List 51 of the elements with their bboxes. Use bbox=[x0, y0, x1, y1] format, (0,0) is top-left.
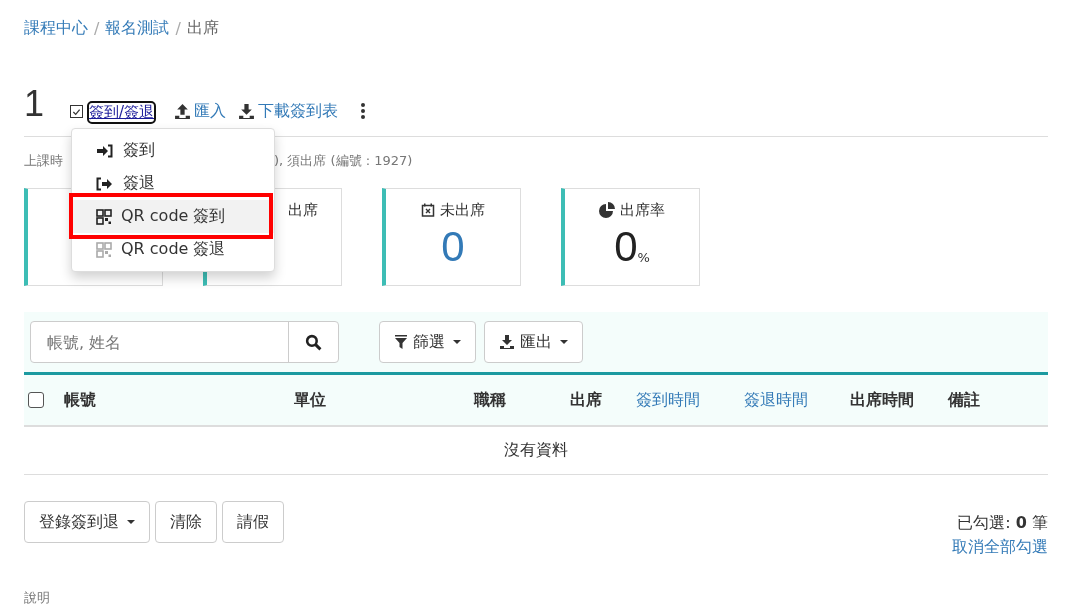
pie-chart-icon bbox=[599, 202, 615, 218]
column-header: 單位 bbox=[294, 389, 327, 411]
action-button[interactable]: 清除 bbox=[155, 501, 217, 543]
download-link[interactable]: 下載簽到表 bbox=[238, 101, 339, 122]
menu-item[interactable]: 簽到 bbox=[72, 134, 274, 167]
breadcrumb-item[interactable]: 報名測試 bbox=[105, 17, 170, 39]
page-title: 1 bbox=[24, 84, 45, 124]
filter-button[interactable]: 篩選 bbox=[379, 321, 476, 363]
selection-count: 已勾選: 0 筆 bbox=[957, 512, 1048, 534]
upload-icon bbox=[174, 103, 192, 120]
menu-item[interactable]: QR code 簽到 bbox=[72, 200, 274, 233]
filter-icon bbox=[394, 334, 408, 350]
breadcrumb-item[interactable]: 課程中心 bbox=[24, 17, 88, 39]
sign-in-icon bbox=[96, 143, 114, 158]
stat-label: 出席 bbox=[287, 200, 318, 220]
column-header: 職稱 bbox=[474, 389, 507, 411]
stat-unit: % bbox=[637, 250, 650, 265]
select-all-checkbox[interactable] bbox=[28, 392, 44, 408]
column-header: 帳號 bbox=[64, 389, 97, 411]
breadcrumb-separator: / bbox=[175, 18, 181, 38]
menu-item[interactable]: QR code 簽退 bbox=[72, 233, 274, 266]
import-link[interactable]: 匯入 bbox=[174, 101, 227, 122]
empty-message: 沒有資料 bbox=[504, 440, 568, 461]
column-header: 出席 bbox=[570, 389, 603, 411]
search-field[interactable]: 帳號, 姓名 bbox=[31, 322, 288, 362]
signin-dropdown-link[interactable]: 簽到/簽退 bbox=[89, 103, 155, 122]
stat-label: 未出席 bbox=[440, 200, 485, 220]
register-dropdown-button[interactable]: 登錄簽到退 bbox=[24, 501, 150, 543]
export-button[interactable]: 匯出 bbox=[484, 321, 583, 363]
download-icon bbox=[499, 334, 515, 350]
stat-label: 出席率 bbox=[620, 200, 665, 220]
action-button[interactable]: 請假 bbox=[222, 501, 284, 543]
search-icon bbox=[305, 333, 322, 351]
sign-out-icon bbox=[96, 176, 114, 191]
menu-item[interactable]: 簽退 bbox=[72, 167, 274, 200]
stat-value: 0 bbox=[441, 222, 465, 272]
column-header[interactable]: 簽到時間 bbox=[636, 389, 744, 411]
search-box[interactable]: 帳號, 姓名 bbox=[30, 321, 339, 363]
schedule-text: ), 須出席 (編號 : 1927) bbox=[274, 152, 414, 170]
column-header: 出席時間 bbox=[850, 389, 915, 411]
column-header: 備註 bbox=[948, 389, 981, 411]
notes-label: 說明 bbox=[24, 589, 51, 607]
breadcrumb-item: 出席 bbox=[186, 17, 219, 39]
calendar-x-icon bbox=[421, 203, 435, 217]
schedule-text: 上課時 bbox=[24, 152, 64, 170]
breadcrumb-separator: / bbox=[94, 18, 100, 38]
stat-value: 0 bbox=[614, 222, 638, 272]
more-icon[interactable] bbox=[360, 102, 367, 120]
clear-selection-link[interactable]: 取消全部勾選 bbox=[952, 535, 1048, 559]
column-header[interactable]: 簽退時間 bbox=[744, 389, 850, 411]
download-icon bbox=[238, 103, 256, 120]
